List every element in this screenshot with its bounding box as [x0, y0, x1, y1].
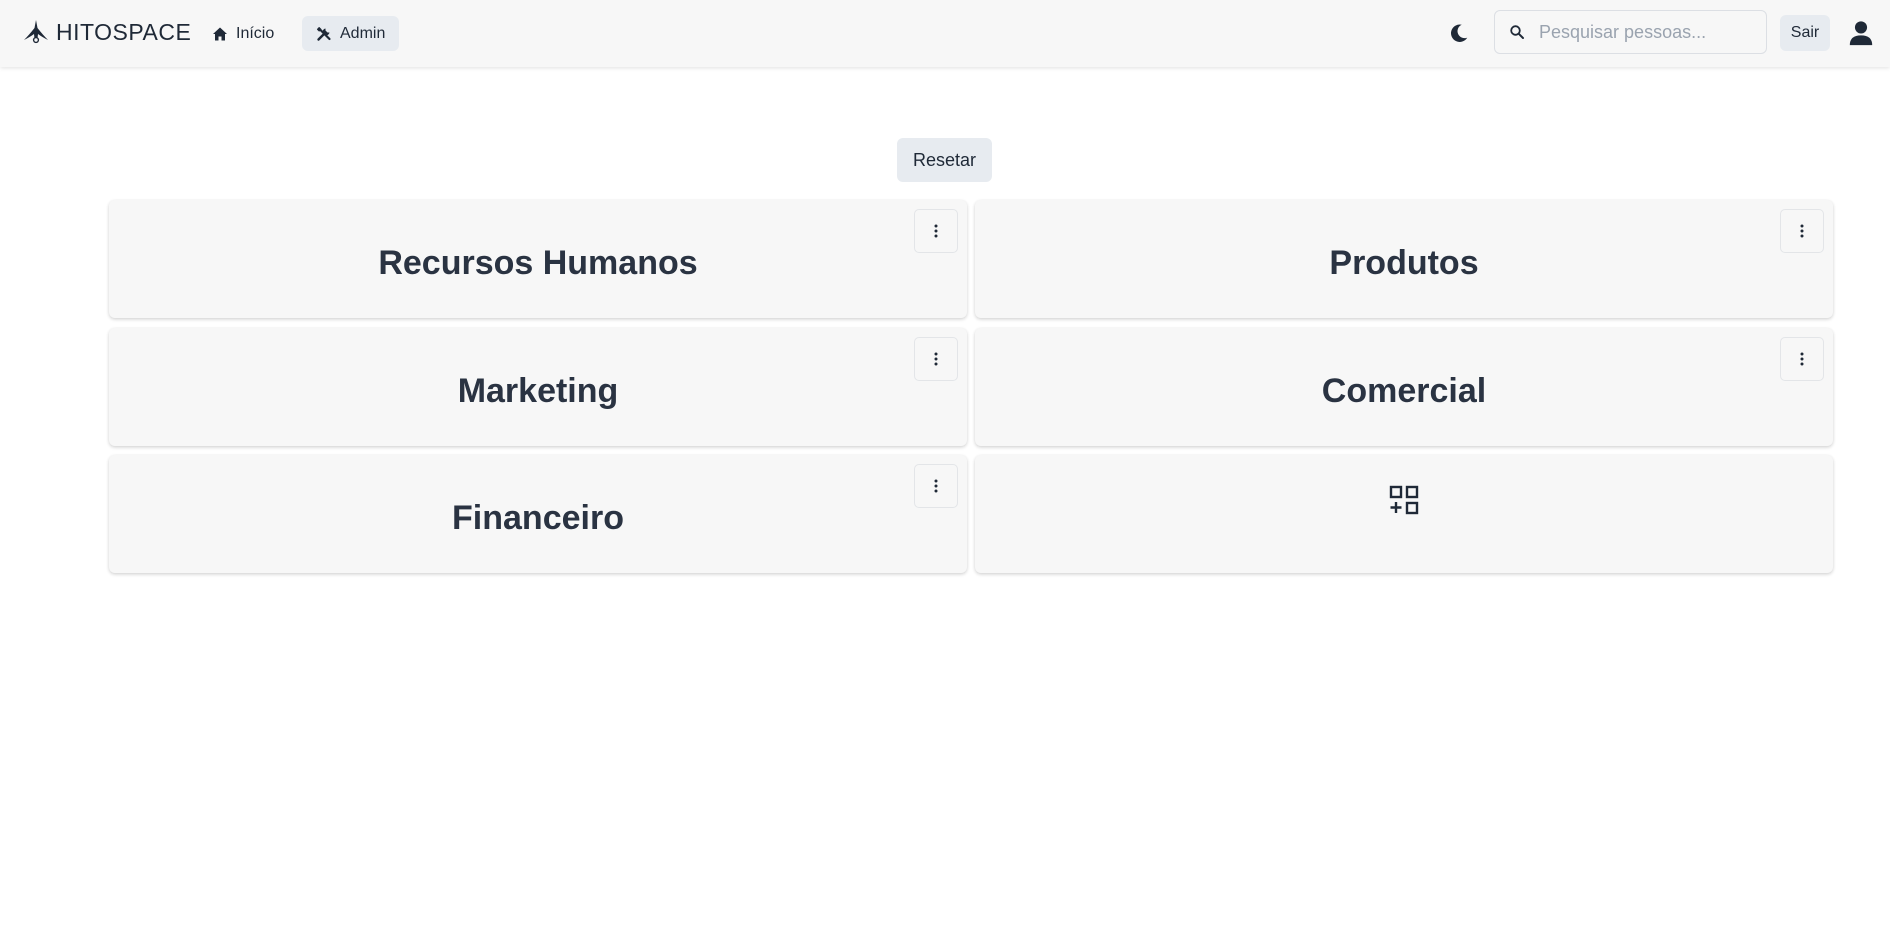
add-department-card[interactable]	[975, 455, 1833, 573]
reset-button[interactable]: Resetar	[897, 138, 992, 182]
brand-logo[interactable]: HITOSPACE	[22, 16, 191, 48]
card-options-button[interactable]	[1780, 337, 1824, 381]
department-name: Produtos	[1329, 243, 1479, 282]
department-card[interactable]: Produtos	[975, 200, 1833, 318]
top-navbar: HITOSPACE Início Admin Sair	[0, 0, 1890, 67]
department-card[interactable]: Comercial	[975, 328, 1833, 446]
more-vertical-icon	[1800, 352, 1804, 366]
card-options-button[interactable]	[1780, 209, 1824, 253]
department-card[interactable]: Financeiro	[109, 455, 967, 573]
department-name: Marketing	[457, 371, 619, 410]
card-options-button[interactable]	[914, 337, 958, 381]
search-icon	[1510, 25, 1524, 39]
nav-home-label: Início	[236, 24, 275, 42]
tools-icon	[316, 26, 331, 41]
department-card[interactable]: Recursos Humanos	[109, 200, 967, 318]
brand-name: HITOSPACE	[56, 18, 192, 45]
user-avatar[interactable]	[1846, 18, 1876, 48]
theme-toggle-button[interactable]	[1446, 20, 1472, 46]
add-grid-icon	[1389, 485, 1419, 515]
nav-admin-label: Admin	[340, 24, 386, 42]
department-name: Recursos Humanos	[378, 243, 698, 282]
people-search	[1494, 10, 1767, 54]
moon-icon	[1451, 24, 1468, 42]
logout-button[interactable]: Sair	[1780, 15, 1830, 51]
more-vertical-icon	[1800, 224, 1804, 238]
department-name: Comercial	[1321, 371, 1487, 410]
card-options-button[interactable]	[914, 464, 958, 508]
search-input[interactable]	[1495, 11, 1766, 53]
home-icon	[213, 27, 227, 40]
more-vertical-icon	[934, 479, 938, 493]
more-vertical-icon	[934, 352, 938, 366]
card-options-button[interactable]	[914, 209, 958, 253]
nav-home-link[interactable]: Início	[198, 16, 288, 51]
department-name: Financeiro	[452, 498, 624, 537]
hitospace-logo-icon	[24, 20, 48, 44]
department-card[interactable]: Marketing	[109, 328, 967, 446]
reset-label: Resetar	[912, 149, 977, 170]
logout-label: Sair	[1790, 24, 1820, 41]
user-icon	[1849, 21, 1873, 46]
nav-admin-link[interactable]: Admin	[302, 16, 400, 51]
more-vertical-icon	[934, 224, 938, 238]
